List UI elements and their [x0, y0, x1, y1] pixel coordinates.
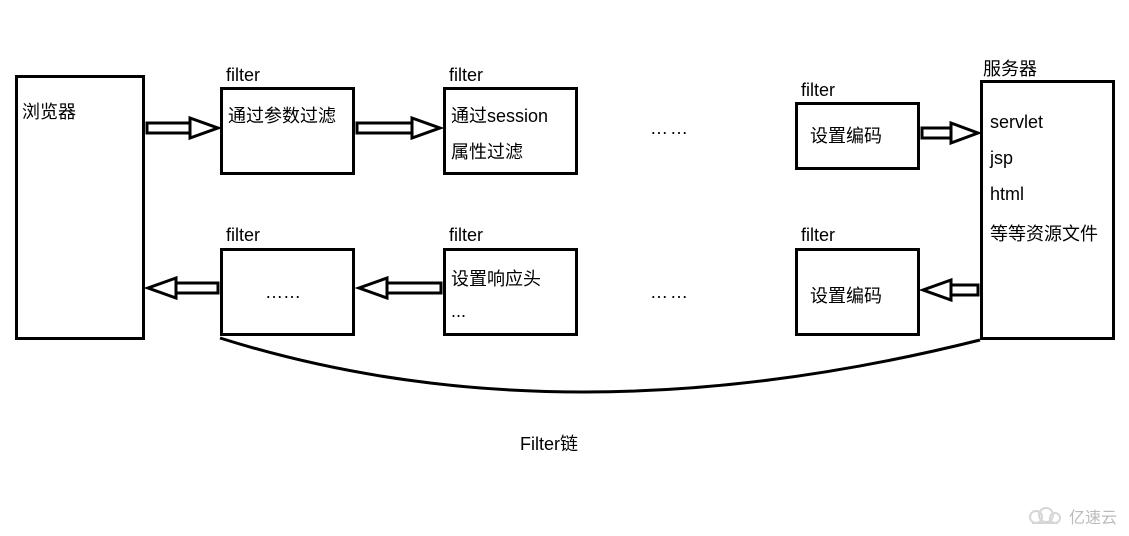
- bottom-filter-text-1: ……: [265, 282, 301, 303]
- bottom-filter-text-3: 设置编码: [810, 282, 882, 308]
- server-line-1: jsp: [990, 148, 1013, 169]
- bottom-filter-box-2: [443, 248, 578, 336]
- top-filter-text-3: 设置编码: [810, 122, 882, 148]
- watermark-text: 亿速云: [1069, 504, 1117, 528]
- bottom-filter-label-3: filter: [801, 225, 835, 246]
- top-filter-label-1: filter: [226, 65, 260, 86]
- server-line-0: servlet: [990, 112, 1043, 133]
- bottom-filter-text-2b: ...: [451, 301, 466, 322]
- bottom-ellipsis: ……: [650, 282, 690, 303]
- top-filter-text-2a: 通过session: [451, 102, 548, 128]
- bottom-filter-text-2a: 设置响应头: [451, 265, 541, 291]
- server-line-2: html: [990, 184, 1024, 205]
- top-filter-text-1: 通过参数过滤: [228, 102, 336, 128]
- server-title: 服务器: [983, 55, 1037, 81]
- top-filter-label-3: filter: [801, 80, 835, 101]
- watermark: 亿速云: [1027, 504, 1117, 528]
- filter-chain-label: Filter链: [520, 430, 578, 456]
- server-line-3: 等等资源文件: [990, 220, 1098, 246]
- top-filter-label-2: filter: [449, 65, 483, 86]
- top-ellipsis: ……: [650, 118, 690, 139]
- browser-label: 浏览器: [22, 98, 76, 124]
- bottom-filter-label-2: filter: [449, 225, 483, 246]
- top-filter-text-2b: 属性过滤: [451, 138, 523, 164]
- top-filter-box-1: [220, 87, 355, 175]
- bottom-filter-label-1: filter: [226, 225, 260, 246]
- cloud-icon: [1027, 506, 1063, 526]
